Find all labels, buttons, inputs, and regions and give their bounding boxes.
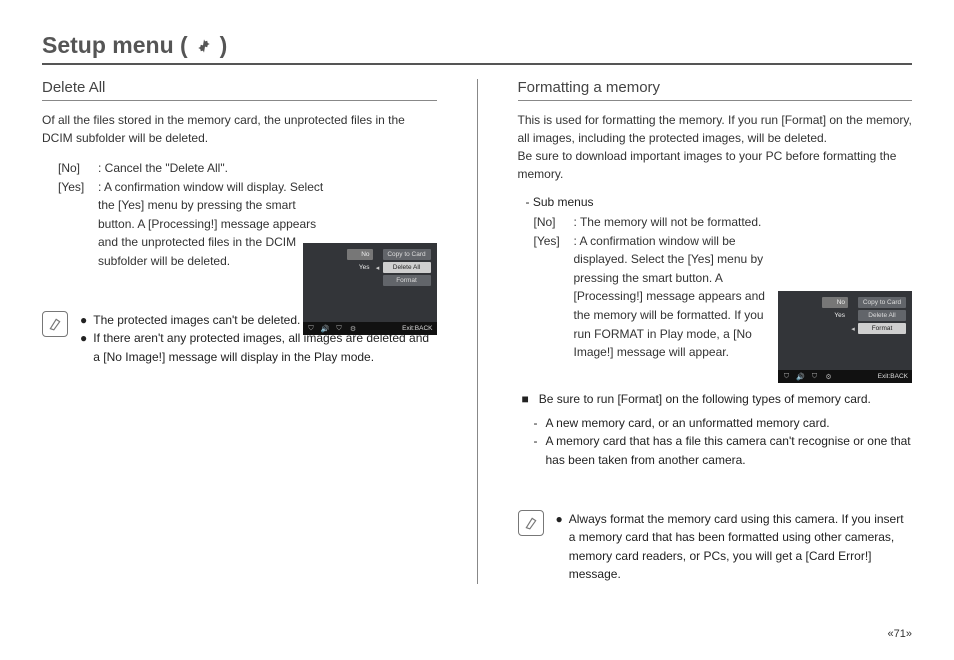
scr-icon-2: 🔊 [321,325,330,333]
gear-icon [194,38,214,54]
submenu-no-val: : Cancel the "Delete All". [98,159,328,178]
page-number: «71» [888,628,912,640]
submenu-yes-key-r: [Yes] [534,232,574,362]
scr-icon-r3: ⛉ [810,373,819,381]
note-right-1: Always format the memory card using this… [569,510,912,584]
submenus-label: - Sub menus [526,195,913,209]
bullet-square-icon: ■ [522,390,529,408]
title-suffix: ) [220,32,228,59]
section-heading-delete-all: Delete All [42,79,437,101]
submenu-no-key-r: [No] [534,213,574,232]
scr-no-label-r: No [822,297,848,308]
note-box-right: ●Always format the memory card using thi… [518,510,913,584]
scr-yes-label: Yes [347,262,373,273]
camera-screenshot-delete: No Copy to Card Yes ◂ Delete All Format [303,243,437,335]
bullet-dot-icon: ● [556,510,563,584]
left-arrow-icon: ◂ [375,264,381,272]
scr-icon-4: ⚙ [349,325,358,333]
title-prefix: Setup menu ( [42,32,188,59]
note-left-1: The protected images can't be deleted. [93,311,300,330]
left-column: Delete All Of all the files stored in th… [42,79,437,584]
scr-format-btn: Format [383,275,431,286]
camera-screenshot-format: No Copy to Card Yes Delete All ◂ Format [778,291,912,383]
dash-item-1: A new memory card, or an unformatted mem… [546,414,913,433]
section-heading-format: Formatting a memory [518,79,913,101]
scr-exit-label-r: Exit:BACK [878,373,908,380]
dash-icon: - [534,414,546,433]
scr-icon-r2: 🔊 [796,373,805,381]
submenu-yes-val: : A confirmation window will display. Se… [98,178,328,271]
submenu-list-left: [No] : Cancel the "Delete All". [Yes] : … [58,159,328,271]
submenu-no-val-r: : The memory will not be formatted. [574,213,784,232]
scr-delete-btn: Delete All [383,262,431,273]
column-divider [477,79,478,584]
scr-delete-btn-r: Delete All [858,310,906,321]
dash-icon: - [534,432,546,469]
scr-yes-label-r: Yes [822,310,848,321]
submenu-list-right: [No] : The memory will not be formatted.… [534,213,784,362]
scr-format-btn-r: Format [858,323,906,334]
scr-empty-label [347,275,373,286]
scr-empty-label-r [822,323,848,334]
submenu-yes-val-r: : A confirmation window will be displaye… [574,232,784,362]
submenu-yes-key: [Yes] [58,178,98,271]
scr-copy-btn: Copy to Card [383,249,431,260]
scr-no-label: No [347,249,373,260]
dash-item-2: A memory card that has a file this camer… [546,432,913,469]
scr-icon-r1: ⛉ [782,373,791,381]
scr-exit-label: Exit:BACK [402,325,432,332]
scr-icon-3: ⛉ [335,325,344,333]
intro-text-right: This is used for formatting the memory. … [518,111,913,183]
intro-text-left: Of all the files stored in the memory ca… [42,111,437,147]
scr-icon-r4: ⚙ [824,373,833,381]
format-types-text: Be sure to run [Format] on the following… [539,390,871,408]
dash-list: -A new memory card, or an unformatted me… [534,414,913,470]
scr-copy-btn-r: Copy to Card [858,297,906,308]
bullet-dot-icon: ● [80,329,87,366]
format-types-intro: ■ Be sure to run [Format] on the followi… [522,390,913,408]
submenu-no-key: [No] [58,159,98,178]
left-arrow-icon-r: ◂ [850,325,856,333]
right-column: Formatting a memory This is used for for… [518,79,913,584]
note-icon [42,311,68,337]
scr-icon-1: ⛉ [307,325,316,333]
note-icon [518,510,544,536]
bullet-dot-icon: ● [80,311,87,330]
page-title: Setup menu ( ) [42,32,912,65]
